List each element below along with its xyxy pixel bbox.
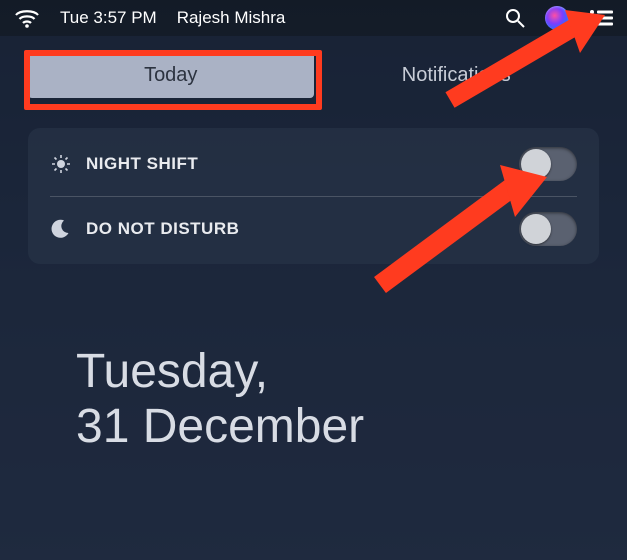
tab-notifications-label: Notifications [402, 64, 511, 87]
menubar-username[interactable]: Rajesh Mishra [177, 8, 286, 28]
do-not-disturb-toggle[interactable] [519, 212, 577, 246]
date-weekday: Tuesday, [76, 344, 599, 399]
nc-tab-row: Today Notifications [28, 52, 599, 98]
menubar-datetime[interactable]: Tue 3:57 PM [60, 8, 157, 28]
night-shift-icon [50, 153, 78, 175]
wifi-icon[interactable] [14, 8, 40, 28]
tab-today-label: Today [144, 64, 197, 87]
tab-today[interactable]: Today [28, 52, 314, 98]
night-shift-row: NIGHT SHIFT [50, 132, 577, 196]
notification-center-icon[interactable] [589, 9, 613, 27]
today-date-display: Tuesday, 31 December [76, 344, 599, 454]
spotlight-search-icon[interactable] [505, 8, 525, 28]
siri-icon[interactable] [545, 6, 569, 30]
night-shift-label: NIGHT SHIFT [86, 154, 198, 174]
night-shift-toggle[interactable] [519, 147, 577, 181]
do-not-disturb-row: DO NOT DISTURB [50, 196, 577, 260]
quick-settings-card: NIGHT SHIFT DO NOT DISTURB [28, 128, 599, 264]
do-not-disturb-label: DO NOT DISTURB [86, 219, 239, 239]
date-day-month: 31 December [76, 399, 599, 454]
toggle-knob [521, 149, 551, 179]
toggle-knob [521, 214, 551, 244]
notification-center-panel: Today Notifications NIGHT SHIFT [0, 36, 627, 560]
system-menubar: Tue 3:57 PM Rajesh Mishra [0, 0, 627, 36]
tab-notifications[interactable]: Notifications [314, 52, 600, 98]
moon-icon [50, 219, 78, 239]
